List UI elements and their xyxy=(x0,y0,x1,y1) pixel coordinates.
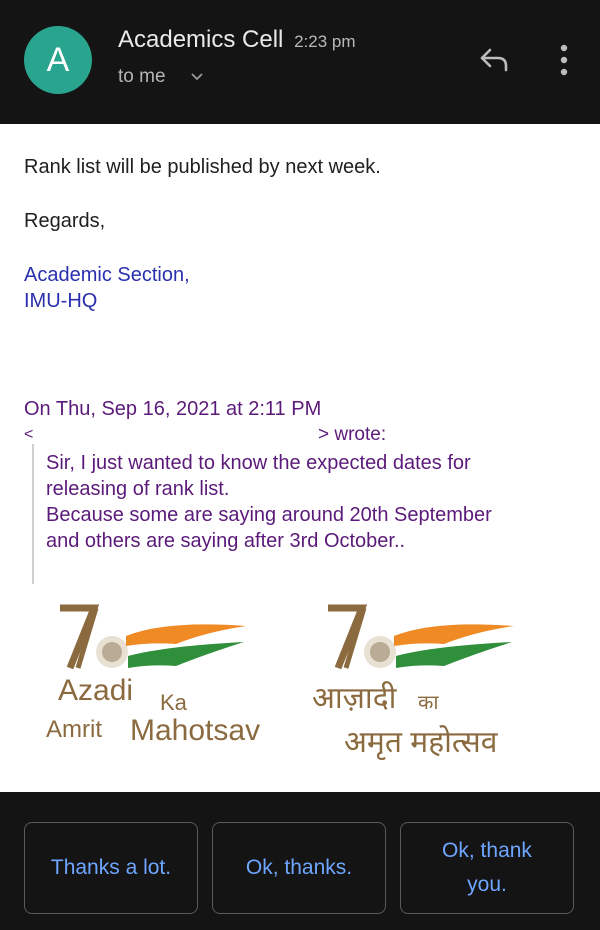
quoted-line: and others are saying after 3rd October.… xyxy=(46,530,406,552)
quote-from-close: > wrote: xyxy=(318,424,387,445)
signature-line-1: Academic Section, xyxy=(24,264,190,286)
more-vertical-icon[interactable] xyxy=(550,40,578,80)
logo-text: का xyxy=(418,692,439,714)
logo-text: Amrit xyxy=(46,716,102,743)
recipient-toggle[interactable]: to me xyxy=(118,66,166,88)
quote-header: On Thu, Sep 16, 2021 at 2:11 PM xyxy=(24,398,322,420)
quoted-line: Sir, I just wanted to know the expected … xyxy=(46,452,471,474)
logo-text: आज़ादी xyxy=(312,682,397,715)
smart-reply-button[interactable]: Ok, thanks. xyxy=(212,822,386,914)
email-body: Rank list will be published by next week… xyxy=(0,124,600,792)
quoted-line: releasing of rank list. xyxy=(46,478,230,500)
smart-reply-bar: Thanks a lot. Ok, thanks. Ok, thank you. xyxy=(0,792,600,930)
quoted-line: Because some are saying around 20th Sept… xyxy=(46,504,492,526)
quote-bar xyxy=(32,444,34,584)
logo-text: Azadi xyxy=(58,674,134,707)
email-header: A Academics Cell 2:23 pm to me xyxy=(0,0,600,124)
sent-time: 2:23 pm xyxy=(294,32,356,51)
sender-info: Academics Cell 2:23 pm xyxy=(118,26,356,54)
azadi-ka-amrit-mahotsav-logo xyxy=(60,604,246,670)
signature-line-2: IMU-HQ xyxy=(24,290,98,312)
azadi-ka-amrit-mahotsav-hindi-logo xyxy=(328,604,514,670)
chevron-down-icon[interactable] xyxy=(190,70,204,84)
smart-reply-button[interactable]: Thanks a lot. xyxy=(24,822,198,914)
sender-avatar[interactable]: A xyxy=(24,26,92,94)
smart-reply-button[interactable]: Ok, thank you. xyxy=(400,822,574,914)
smart-reply-label: Ok, thank you. xyxy=(442,839,532,896)
logo-text: Ka xyxy=(160,690,187,715)
logo-text: अमृत महोत्सव xyxy=(344,726,498,759)
recipient-label: to me xyxy=(118,66,166,87)
quote-from-open: < xyxy=(24,426,34,443)
message-text: Rank list will be published by next week… xyxy=(24,156,381,178)
sender-name: Academics Cell xyxy=(118,26,284,53)
regards-text: Regards, xyxy=(24,210,106,232)
logo-text: Mahotsav xyxy=(130,714,261,747)
reply-icon[interactable] xyxy=(474,40,514,80)
